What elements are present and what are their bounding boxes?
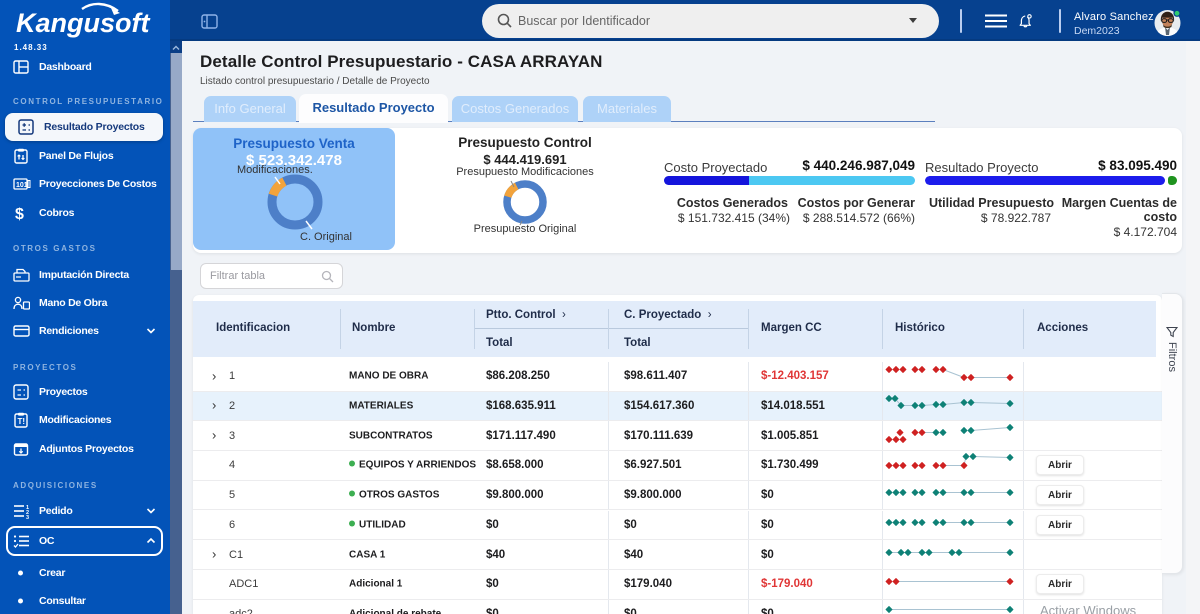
svg-text:3: 3 [26, 515, 29, 519]
svg-text:T!: T! [18, 417, 26, 426]
svg-text:$: $ [15, 206, 24, 222]
svg-text:101: 101 [16, 182, 28, 189]
